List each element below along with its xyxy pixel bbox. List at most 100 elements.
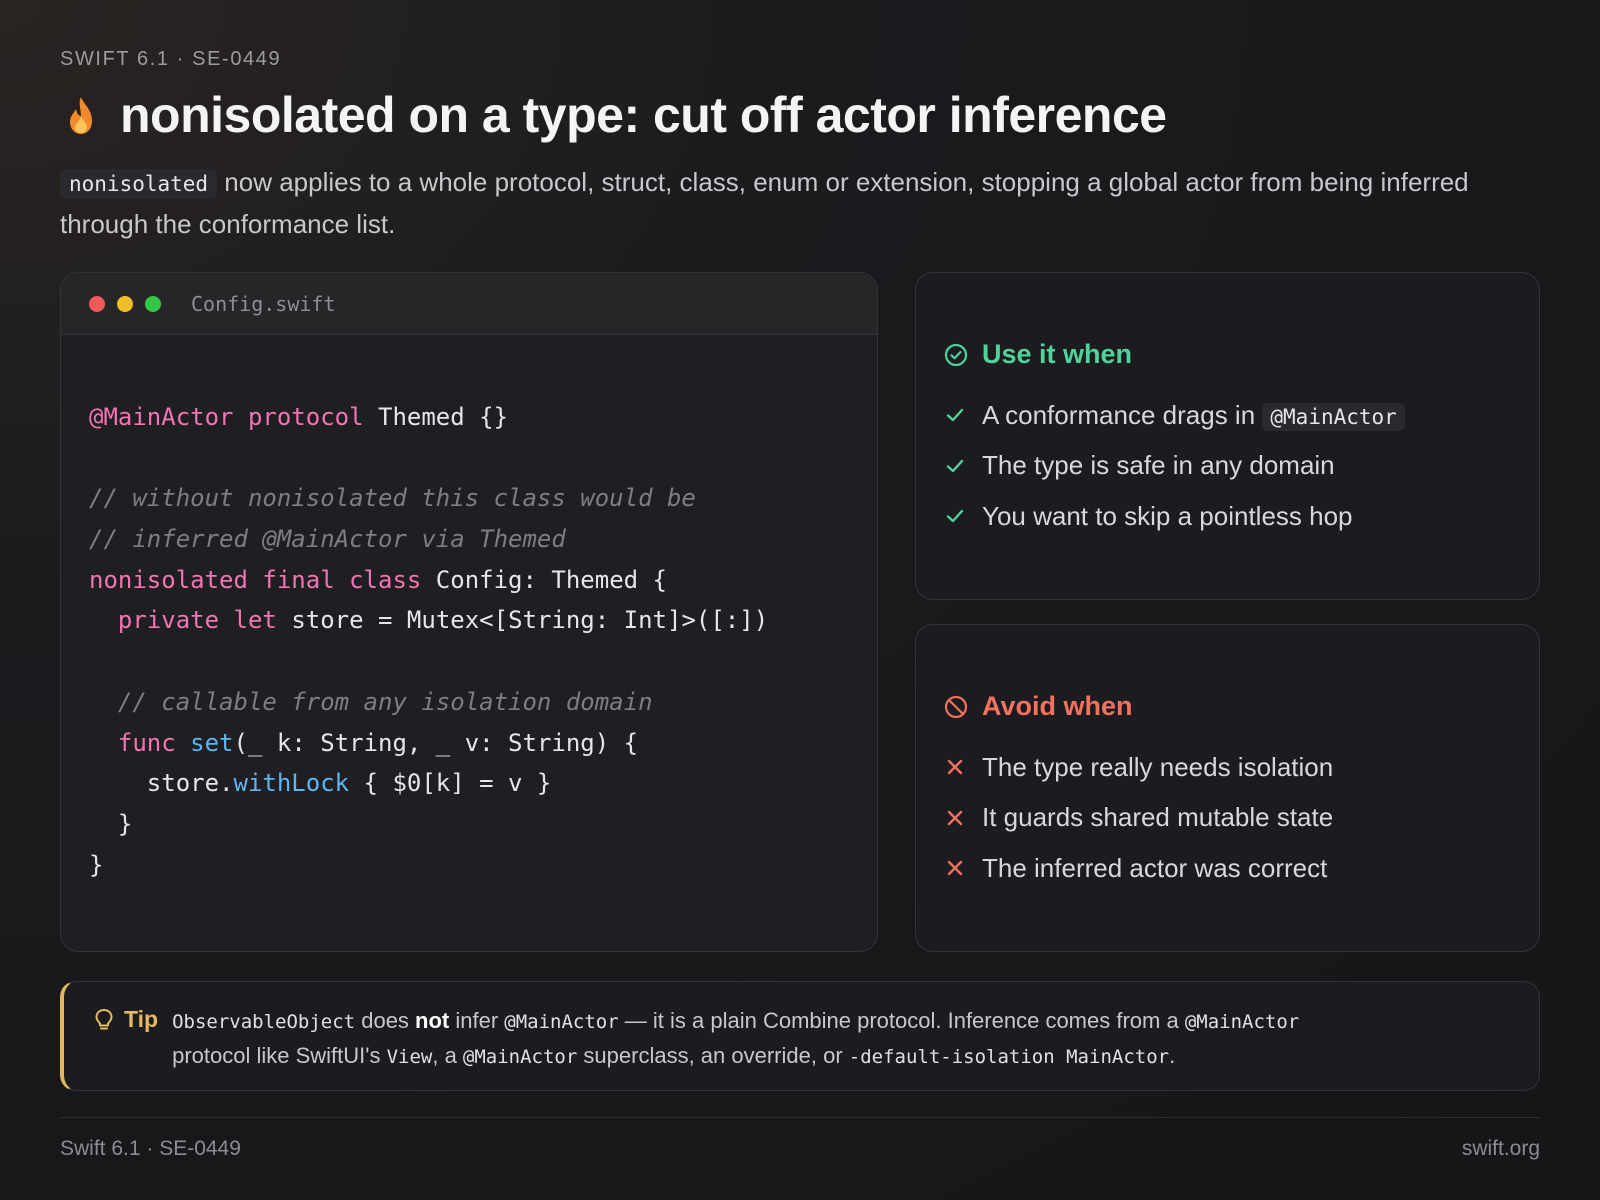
tip-text: .	[1169, 1043, 1176, 1068]
avoid-card-list: The type really needs isolation It guards…	[944, 742, 1511, 894]
flame-icon	[70, 97, 92, 134]
code-line: }	[89, 845, 849, 886]
eyebrow: SWIFT 6.1 · SE-0449	[60, 48, 282, 70]
code-token: protocol	[247, 403, 364, 431]
tip-text: not	[415, 1008, 450, 1033]
code-token: class	[349, 565, 422, 594]
use-card-heading: Use it when	[944, 339, 1511, 370]
code-line: // without nonisolated this class would …	[89, 478, 849, 519]
code-token: private	[117, 606, 220, 635]
code-token: @MainActor	[89, 403, 234, 431]
code-token: withLock	[233, 769, 350, 798]
avoid-item-text: The inferred actor was correct	[982, 852, 1328, 883]
lede-text: now applies to a whole protocol, struct,…	[60, 167, 1469, 239]
footer-left: Swift 6.1 · SE-0449	[60, 1137, 241, 1160]
footer-link[interactable]: swift.org	[1462, 1137, 1540, 1161]
avoid-list-item: The inferred actor was correct	[944, 843, 1511, 894]
minimize-traffic-light[interactable]	[117, 295, 133, 312]
tip-text: protocol like SwiftUI's	[172, 1043, 387, 1068]
prohibited-icon	[944, 695, 968, 718]
code-filename: Config.swift	[191, 291, 336, 316]
code-block: @MainActor protocol Themed {} // without …	[61, 335, 877, 885]
avoid-list-item: It guards shared mutable state	[944, 793, 1511, 844]
code-token: { $0[k] = v }	[349, 769, 552, 798]
tip-callout: Tip ObservableObject does not infer @Mai…	[60, 981, 1540, 1091]
tip-line-2: protocol like SwiftUI's View, a @MainAct…	[172, 1039, 1299, 1074]
close-traffic-light[interactable]	[89, 295, 105, 312]
code-token: func	[117, 728, 176, 757]
avoid-item-text: It guards shared mutable state	[982, 802, 1334, 833]
use-list-item: A conformance drags in @MainActor	[944, 390, 1511, 441]
use-list-item: You want to skip a pointless hop	[944, 491, 1511, 542]
tip-text: , a	[432, 1043, 463, 1068]
avoid-when-card: Avoid when The type really needs isolati…	[915, 624, 1540, 952]
code-token: store = Mutex<[String: Int]>([:])	[276, 606, 769, 635]
tip-code: @MainActor	[1184, 1011, 1300, 1033]
use-item-text: A conformance drags in @MainActor	[982, 400, 1405, 431]
tip-code: @MainActor	[462, 1046, 578, 1068]
code-token: Config: Themed {	[421, 565, 667, 594]
zoom-traffic-light[interactable]	[145, 295, 161, 312]
code-window: Config.swift @MainActor protocol Themed …	[60, 272, 878, 952]
use-item-code: @MainActor	[1262, 402, 1405, 431]
avoid-card-heading: Avoid when	[944, 691, 1511, 722]
use-list-item: The type is safe in any domain	[944, 441, 1511, 492]
tip-text: superclass, an override, or	[577, 1043, 849, 1068]
check-circle-icon	[944, 343, 968, 366]
title-row: nonisolated on a type: cut off actor inf…	[60, 86, 1167, 144]
checkmark-icon	[946, 510, 964, 523]
tip-text: — it is a plain Combine protocol. Infere…	[618, 1008, 1185, 1033]
code-line: // callable from any isolation domain	[89, 682, 849, 723]
code-line: // inferred @MainActor via Themed	[89, 519, 849, 560]
x-mark-icon	[947, 760, 963, 775]
avoid-list-item: The type really needs isolation	[944, 742, 1511, 793]
tip-body: ObservableObject does not infer @MainAct…	[172, 1004, 1299, 1090]
tip-code: @MainActor	[504, 1011, 619, 1033]
lightbulb-icon	[95, 1009, 113, 1030]
use-it-when-card: Use it when A conformance drags in @Main…	[915, 272, 1540, 600]
tip-code: -default-isolation MainActor	[848, 1046, 1170, 1068]
code-line: @MainActor protocol Themed {}	[89, 397, 849, 438]
code-token: }	[89, 809, 133, 838]
code-line: private let store = Mutex<[String: Int]>…	[89, 600, 849, 641]
code-token: (_ k: String, _ v: String) {	[233, 728, 639, 757]
tip-label-text: Tip	[124, 1006, 159, 1032]
checkmark-icon	[946, 459, 964, 472]
code-token: final	[262, 565, 335, 594]
x-mark-icon	[947, 861, 963, 876]
use-item-text: The type is safe in any domain	[982, 450, 1335, 481]
code-token: // callable from any isolation domain	[117, 687, 653, 716]
code-window-titlebar: Config.swift	[61, 273, 877, 335]
code-token: // without nonisolated this class would …	[89, 484, 696, 513]
code-token: set	[190, 728, 234, 757]
tip-code: View	[386, 1046, 433, 1068]
checkmark-icon	[946, 409, 964, 422]
tip-text: does	[355, 1008, 416, 1033]
page-title: nonisolated on a type: cut off actor inf…	[120, 87, 1167, 143]
avoid-item-text: The type really needs isolation	[982, 751, 1334, 782]
code-token: nonisolated	[89, 565, 248, 594]
code-line: nonisolated final class Config: Themed {	[89, 560, 849, 601]
tip-label: Tip	[94, 1004, 158, 1090]
code-token: }	[89, 850, 104, 879]
lede: nonisolated now applies to a whole proto…	[60, 162, 1550, 244]
code-line: func set(_ k: String, _ v: String) {	[89, 723, 849, 764]
code-token: Themed {}	[363, 403, 509, 431]
code-token: store.	[89, 769, 234, 798]
footer-divider	[60, 1117, 1540, 1118]
tip-code: ObservableObject	[172, 1011, 356, 1033]
use-card-title: Use it when	[982, 339, 1133, 369]
tip-line-1: ObservableObject does not infer @MainAct…	[172, 1004, 1299, 1039]
use-item-text: You want to skip a pointless hop	[982, 500, 1353, 531]
lede-code: nonisolated	[60, 169, 218, 199]
